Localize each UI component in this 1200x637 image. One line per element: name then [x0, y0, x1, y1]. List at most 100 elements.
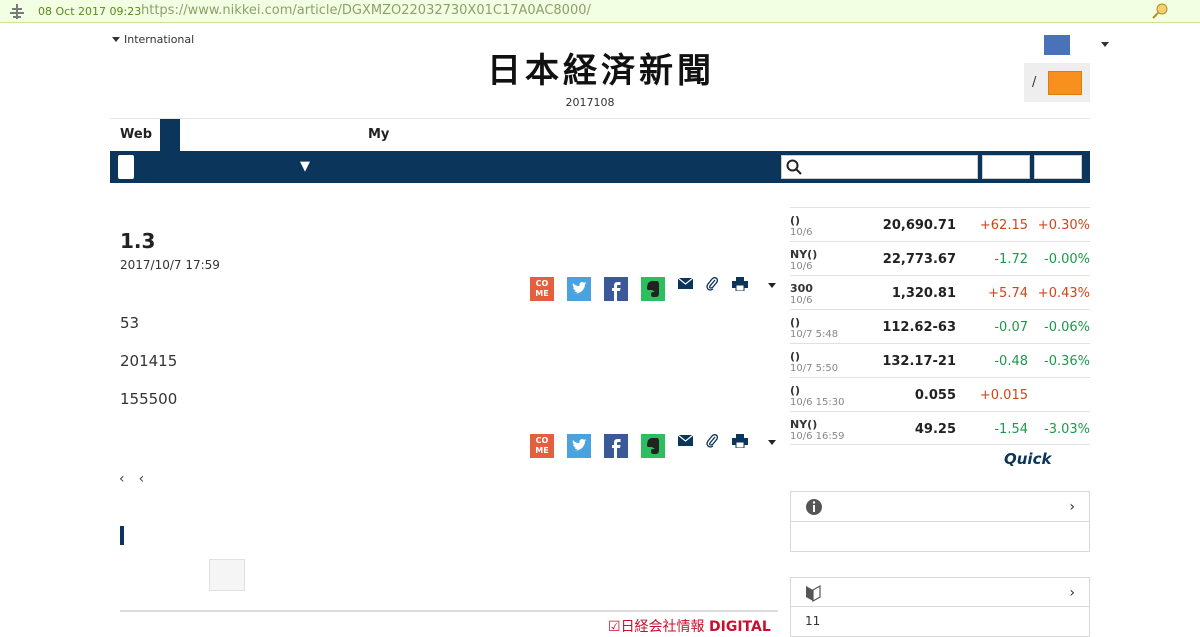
subscribe-button[interactable] — [1048, 71, 1082, 95]
market-timestamp: 10/7 5:48 — [790, 329, 839, 340]
mail-icon[interactable] — [678, 434, 693, 447]
tab-active-indicator[interactable] — [160, 119, 180, 151]
market-change-pct: +0.30% — [1037, 218, 1090, 233]
share-more-caret-icon[interactable] — [768, 440, 776, 445]
edition-date: 2017108 — [565, 96, 615, 109]
market-change: -0.48 — [994, 354, 1028, 369]
international-menu[interactable]: International — [112, 33, 194, 46]
header-divider — [110, 118, 1090, 119]
market-index-name: 300 — [790, 282, 813, 295]
market-index-name: () — [790, 316, 801, 329]
chevron-right-icon: › — [1069, 585, 1075, 601]
search-icon — [786, 159, 802, 175]
market-index-name: () — [790, 384, 801, 397]
twitter-icon[interactable] — [567, 434, 591, 458]
market-index-name: () — [790, 214, 801, 227]
login-separator: / — [1032, 75, 1037, 90]
digital-logo-prefix: 日経会社情報 — [620, 619, 705, 635]
digital-logo-suffix: DIGITAL — [709, 619, 771, 635]
info-box-header[interactable]: › — [791, 492, 1089, 522]
quick-logo[interactable]: Quick — [1004, 450, 1051, 468]
market-row[interactable]: NY() 10/6 22,773.67 -1.72 -0.00% — [790, 241, 1090, 275]
market-value: 112.62-63 — [882, 320, 956, 335]
market-change: +62.15 — [979, 218, 1028, 233]
market-index-name: () — [790, 350, 801, 363]
nikkei-digital-logo[interactable]: ☑日経会社情報 DIGITAL — [608, 616, 771, 636]
market-value: 132.17-21 — [882, 354, 956, 369]
market-row[interactable]: () 10/7 5:50 132.17-21 -0.48 -0.36% — [790, 343, 1090, 377]
market-change: -1.72 — [994, 252, 1028, 267]
come-share-icon[interactable]: CO ME — [530, 434, 554, 458]
pager-prev-link[interactable]: ‹ — [119, 471, 125, 487]
tab-my[interactable]: My — [368, 127, 389, 142]
market-value: 20,690.71 — [882, 218, 956, 233]
market-row[interactable]: () 10/6 15:30 0.055 +0.015 — [790, 377, 1090, 411]
info-icon — [806, 499, 822, 515]
advanced-search-button[interactable] — [1034, 155, 1082, 179]
search-box[interactable] — [781, 155, 978, 179]
masthead-logo[interactable]: 日本経済新聞 — [456, 52, 746, 90]
user-avatar[interactable] — [1044, 35, 1070, 55]
archive-date: 08 Oct 2017 09:23 — [38, 5, 142, 18]
beginner-box-header[interactable]: › — [791, 578, 1089, 607]
come-share-icon[interactable]: CO ME — [530, 277, 554, 301]
nav-dropdown-icon[interactable]: ▼ — [300, 159, 310, 174]
facebook-icon[interactable] — [604, 434, 628, 458]
international-label: International — [124, 33, 195, 46]
pager-prev-link[interactable]: ‹ — [139, 471, 145, 487]
market-row[interactable]: () 10/7 5:48 112.62-63 -0.07 -0.06% — [790, 309, 1090, 343]
market-timestamp: 10/6 16:59 — [790, 431, 845, 442]
article-paragraph: 53 — [120, 314, 140, 332]
section-heading-marker — [120, 526, 124, 545]
market-index-name: NY() — [790, 418, 818, 431]
print-icon[interactable] — [732, 434, 748, 448]
user-menu-caret-icon[interactable] — [1101, 42, 1109, 47]
market-change-pct: -3.03% — [1044, 422, 1090, 437]
article-pager: ‹ ‹ — [119, 471, 158, 487]
chevron-right-icon: › — [1069, 499, 1075, 515]
archive-url[interactable]: https://www.nikkei.com/article/DGXMZO220… — [141, 3, 591, 18]
link-clip-icon[interactable] — [706, 277, 718, 291]
home-nav-button[interactable] — [118, 155, 134, 179]
search-input[interactable] — [806, 158, 974, 176]
beginner-mark-icon — [806, 584, 821, 602]
market-row[interactable]: 300 10/6 1,320.81 +5.74 +0.43% — [790, 275, 1090, 309]
mail-icon[interactable] — [678, 277, 693, 290]
market-change: -0.07 — [994, 320, 1028, 335]
market-change: +0.015 — [979, 388, 1028, 403]
tab-web[interactable]: Web — [120, 127, 152, 142]
evernote-icon[interactable] — [641, 277, 665, 301]
market-value: 49.25 — [914, 422, 956, 437]
market-timestamp: 10/6 — [790, 227, 813, 238]
market-change-pct: -0.36% — [1044, 354, 1090, 369]
link-clip-icon[interactable] — [706, 434, 718, 448]
evernote-icon[interactable] — [641, 434, 665, 458]
market-value: 1,320.81 — [891, 286, 956, 301]
related-thumbnail[interactable] — [209, 559, 245, 591]
market-change-pct: -0.00% — [1044, 252, 1090, 267]
wayback-logo-icon[interactable] — [8, 3, 26, 20]
beginner-box: › 11 — [790, 577, 1090, 637]
market-row[interactable]: NY() 10/6 16:59 49.25 -1.54 -3.03% — [790, 411, 1090, 445]
market-timestamp: 10/7 5:50 — [790, 363, 839, 374]
market-change: -1.54 — [994, 422, 1028, 437]
section-divider — [120, 610, 778, 612]
twitter-icon[interactable] — [567, 277, 591, 301]
share-more-caret-icon[interactable] — [768, 283, 776, 288]
main-navbar: ▼ — [110, 151, 1090, 183]
market-value: 22,773.67 — [882, 252, 956, 267]
market-value: 0.055 — [914, 388, 956, 403]
login-area: / — [1024, 63, 1090, 102]
market-table: () 10/6 20,690.71 +62.15 +0.30% NY() 10/6 22,77… — [790, 207, 1090, 445]
digital-logo-icon: ☑ — [608, 619, 621, 635]
market-change-pct: +0.43% — [1037, 286, 1090, 301]
archive-tools-icon[interactable] — [1151, 2, 1169, 20]
print-icon[interactable] — [732, 277, 748, 291]
market-row[interactable]: () 10/6 20,690.71 +62.15 +0.30% — [790, 207, 1090, 241]
share-bar-bottom: CO ME — [530, 434, 780, 460]
facebook-icon[interactable] — [604, 277, 628, 301]
search-button[interactable] — [982, 155, 1030, 179]
info-box: › — [790, 491, 1090, 552]
market-change: +5.74 — [988, 286, 1028, 301]
share-bar-top: CO ME — [530, 277, 780, 303]
